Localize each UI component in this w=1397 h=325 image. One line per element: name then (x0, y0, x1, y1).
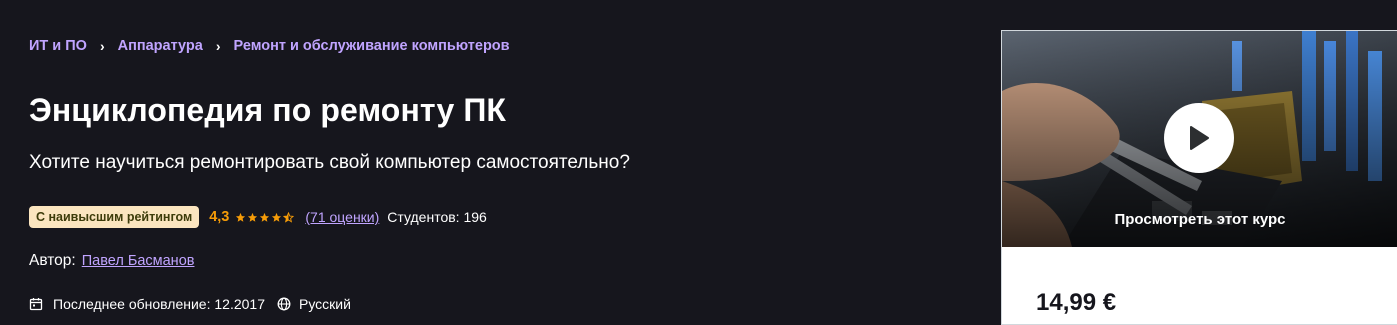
course-price: 14,99 € (1036, 289, 1117, 316)
star-rating (235, 211, 295, 223)
play-icon (1190, 126, 1209, 150)
course-hero: ИТ и ПО › Аппаратура › Ремонт и обслужив… (0, 0, 1397, 325)
breadcrumb-item-hardware[interactable]: Аппаратура (118, 38, 203, 54)
rating-row: С наивысшим рейтингом 4,3 (71 оценки) Ст… (29, 206, 487, 228)
course-info-row: Последнее обновление: 12.2017 Русский (29, 296, 351, 312)
star-icon (248, 212, 258, 222)
calendar-icon (29, 298, 43, 311)
star-icon (260, 212, 270, 222)
course-preview[interactable]: Просмотреть этот курс (1002, 31, 1397, 247)
preview-label[interactable]: Просмотреть этот курс (1002, 211, 1397, 228)
star-half-icon (283, 211, 295, 223)
course-subtitle: Хотите научиться ремонтировать свой комп… (29, 152, 630, 173)
students-count: Студентов: 196 (387, 209, 487, 225)
globe-icon (277, 297, 291, 311)
breadcrumb: ИТ и ПО › Аппаратура › Ремонт и обслужив… (29, 38, 510, 54)
star-icon (272, 212, 282, 222)
bestseller-badge: С наивысшим рейтингом (29, 206, 200, 228)
chevron-right-icon: › (99, 38, 105, 54)
ratings-count-link[interactable]: (71 оценки) (305, 209, 379, 225)
author-label: Автор: (29, 252, 76, 269)
last-update: Последнее обновление: 12.2017 (53, 296, 265, 312)
play-button[interactable] (1164, 103, 1234, 173)
course-language: Русский (298, 296, 351, 312)
rating-value: 4,3 (209, 209, 230, 225)
breadcrumb-item-it[interactable]: ИТ и ПО (29, 38, 87, 54)
star-icon (236, 212, 246, 222)
chevron-right-icon: › (215, 38, 221, 54)
author-row: Автор: Павел Басманов (29, 252, 194, 270)
breadcrumb-item-pc-repair[interactable]: Ремонт и обслуживание компьютеров (234, 38, 510, 54)
author-link[interactable]: Павел Басманов (82, 253, 195, 269)
course-purchase-card: Просмотреть этот курс 14,99 € (1001, 30, 1397, 325)
page-title: Энциклопедия по ремонту ПК (29, 92, 507, 128)
